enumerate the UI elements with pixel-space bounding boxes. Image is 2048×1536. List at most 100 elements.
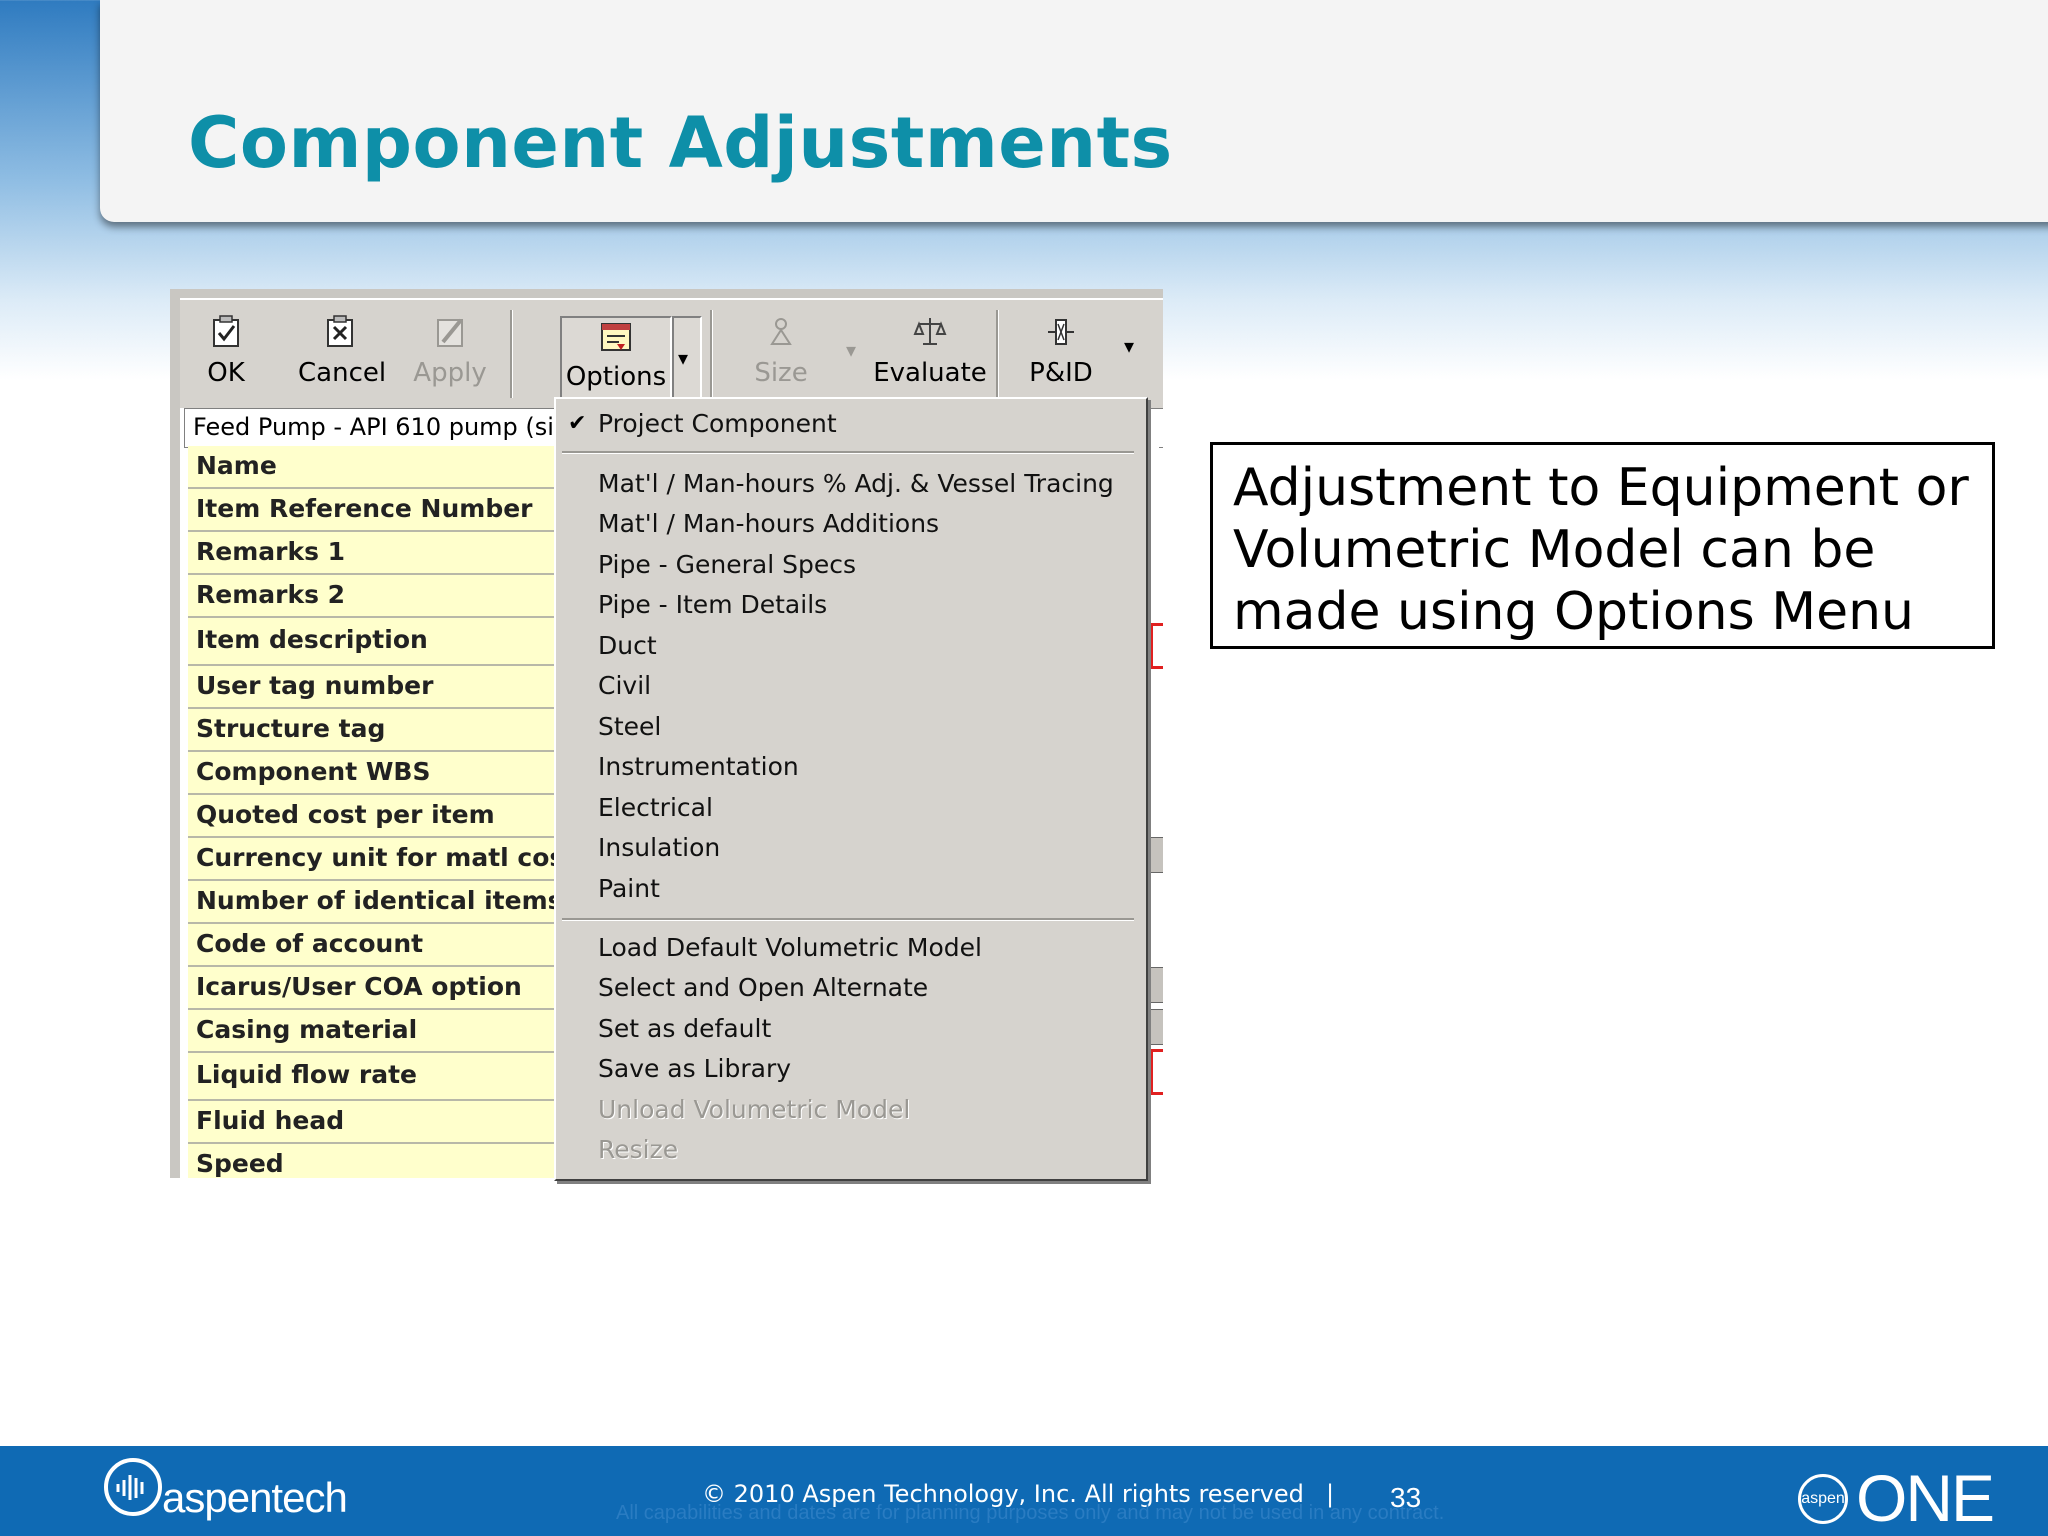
- options-button[interactable]: Options: [560, 316, 672, 406]
- apply-button[interactable]: Apply: [412, 304, 488, 404]
- property-label: Item Reference Number: [196, 494, 533, 523]
- required-field-marker: [1150, 623, 1163, 669]
- property-label: Currency unit for matl cost: [196, 843, 577, 872]
- property-label: Casing material: [196, 1015, 418, 1044]
- cancel-icon: [327, 315, 353, 347]
- property-label: Liquid flow rate: [196, 1060, 417, 1089]
- disclaimer-text: All capabilities and dates are for plann…: [616, 1502, 1445, 1524]
- slide-title: Component Adjustments: [188, 102, 1173, 184]
- property-row[interactable]: Quoted cost per item: [188, 795, 562, 838]
- menu-item-matl-additions[interactable]: Mat'l / Man-hours Additions: [598, 509, 939, 538]
- menu-item-project-component[interactable]: Project Component: [598, 409, 837, 438]
- size-button[interactable]: Size: [746, 304, 816, 404]
- property-row[interactable]: Remarks 2: [188, 575, 562, 618]
- callout-box: Adjustment to Equipment or Volumetric Mo…: [1210, 442, 1995, 649]
- aspentech-logo: aspentech: [100, 1452, 360, 1532]
- component-header-text: Feed Pump - API 610 pump (sinc: [193, 413, 583, 441]
- property-row[interactable]: User tag number: [188, 666, 562, 709]
- menu-item-duct[interactable]: Duct: [598, 631, 657, 660]
- casing-material-dropdown[interactable]: [1148, 1009, 1163, 1045]
- property-row[interactable]: Item description: [188, 618, 562, 666]
- pid-dropdown-icon[interactable]: ▾: [1124, 334, 1134, 358]
- property-label: Fluid head: [196, 1106, 345, 1135]
- property-row[interactable]: Name: [188, 446, 562, 489]
- property-row[interactable]: Icarus/User COA option: [188, 967, 562, 1010]
- options-icon: [601, 323, 631, 351]
- scale-icon: [913, 318, 947, 345]
- cancel-label: Cancel: [298, 358, 387, 388]
- property-row[interactable]: Component WBS: [188, 752, 562, 795]
- menu-item-load-default[interactable]: Load Default Volumetric Model: [598, 933, 982, 962]
- toolbar-separator: [510, 310, 513, 398]
- menu-item-save-library[interactable]: Save as Library: [598, 1054, 791, 1083]
- evaluate-button[interactable]: Evaluate: [868, 304, 992, 404]
- property-label: Code of account: [196, 929, 424, 958]
- aspen-badge: aspen: [1798, 1474, 1848, 1524]
- property-label: Name: [196, 451, 277, 480]
- size-dropdown-icon[interactable]: ▾: [846, 338, 856, 362]
- options-dropdown-button[interactable]: ▾: [672, 316, 702, 406]
- options-menu: ✔ Project Component Mat'l / Man-hours % …: [554, 397, 1148, 1181]
- menu-item-steel[interactable]: Steel: [598, 712, 661, 741]
- coa-option-dropdown[interactable]: [1148, 967, 1163, 1003]
- property-label: User tag number: [196, 671, 434, 700]
- property-label: Remarks 1: [196, 537, 346, 566]
- property-label: Icarus/User COA option: [196, 972, 522, 1001]
- menu-separator: [562, 451, 1134, 454]
- menu-item-pipe-general[interactable]: Pipe - General Specs: [598, 550, 856, 579]
- property-label: Number of identical items: [196, 886, 563, 915]
- apply-icon: [437, 318, 463, 347]
- ok-button[interactable]: OK: [188, 304, 264, 404]
- checkmark-icon: ✔: [568, 411, 587, 436]
- menu-item-insulation[interactable]: Insulation: [598, 833, 720, 862]
- property-row[interactable]: Item Reference Number: [188, 489, 562, 532]
- property-label: Component WBS: [196, 757, 431, 786]
- property-label: Item description: [196, 625, 428, 654]
- menu-separator: [562, 918, 1134, 921]
- property-row[interactable]: Casing material: [188, 1010, 562, 1053]
- menu-item-select-alternate[interactable]: Select and Open Alternate: [598, 973, 928, 1002]
- pid-icon: [1048, 319, 1074, 345]
- menu-item-civil[interactable]: Civil: [598, 671, 651, 700]
- menu-item-paint[interactable]: Paint: [598, 874, 660, 903]
- ok-icon: [213, 315, 239, 347]
- pid-label: P&ID: [1029, 358, 1093, 388]
- menu-item-unload-model: Unload Volumetric Model: [598, 1095, 911, 1124]
- property-row[interactable]: Liquid flow rate: [188, 1053, 562, 1101]
- property-row[interactable]: Number of identical items: [188, 881, 563, 924]
- property-row[interactable]: Structure tag: [188, 709, 562, 752]
- pid-button[interactable]: P&ID: [1016, 304, 1106, 404]
- chevron-down-icon: ▾: [678, 346, 689, 370]
- property-row[interactable]: Currency unit for matl cost: [188, 838, 576, 881]
- toolbar-separator: [996, 310, 999, 398]
- aspenone-logo: aspen ONE: [1792, 1458, 1995, 1535]
- required-field-marker: [1150, 1049, 1163, 1095]
- menu-item-electrical[interactable]: Electrical: [598, 793, 713, 822]
- size-label: Size: [754, 358, 808, 388]
- property-label: Remarks 2: [196, 580, 346, 609]
- property-label: Structure tag: [196, 714, 386, 743]
- callout-text: Adjustment to Equipment or Volumetric Mo…: [1233, 458, 1969, 642]
- property-row[interactable]: Code of account: [188, 924, 562, 967]
- menu-item-pipe-details[interactable]: Pipe - Item Details: [598, 590, 827, 619]
- property-row[interactable]: Fluid head: [188, 1101, 562, 1144]
- toolbar-separator: [710, 310, 713, 398]
- apply-label: Apply: [413, 358, 487, 388]
- property-label: Speed: [196, 1149, 284, 1178]
- property-label: Quoted cost per item: [196, 800, 495, 829]
- property-row[interactable]: Speed: [188, 1144, 562, 1178]
- menu-item-resize: Resize: [598, 1135, 679, 1164]
- cancel-button[interactable]: Cancel: [298, 304, 387, 404]
- ok-label: OK: [207, 358, 245, 388]
- toolbar: OK Cancel Apply Options ▾ Size ▾ Evaluat…: [180, 298, 1163, 408]
- property-row[interactable]: Remarks 1: [188, 532, 562, 575]
- sound-bars-icon: [116, 1475, 144, 1500]
- options-label: Options: [565, 362, 667, 392]
- evaluate-label: Evaluate: [873, 358, 987, 388]
- size-icon: [770, 318, 792, 345]
- currency-dropdown[interactable]: [1148, 837, 1163, 873]
- menu-item-set-default[interactable]: Set as default: [598, 1014, 771, 1043]
- aspentech-wordmark: aspentech: [162, 1474, 348, 1521]
- menu-item-instrumentation[interactable]: Instrumentation: [598, 752, 799, 781]
- menu-item-matl-adj[interactable]: Mat'l / Man-hours % Adj. & Vessel Tracin…: [598, 469, 1114, 498]
